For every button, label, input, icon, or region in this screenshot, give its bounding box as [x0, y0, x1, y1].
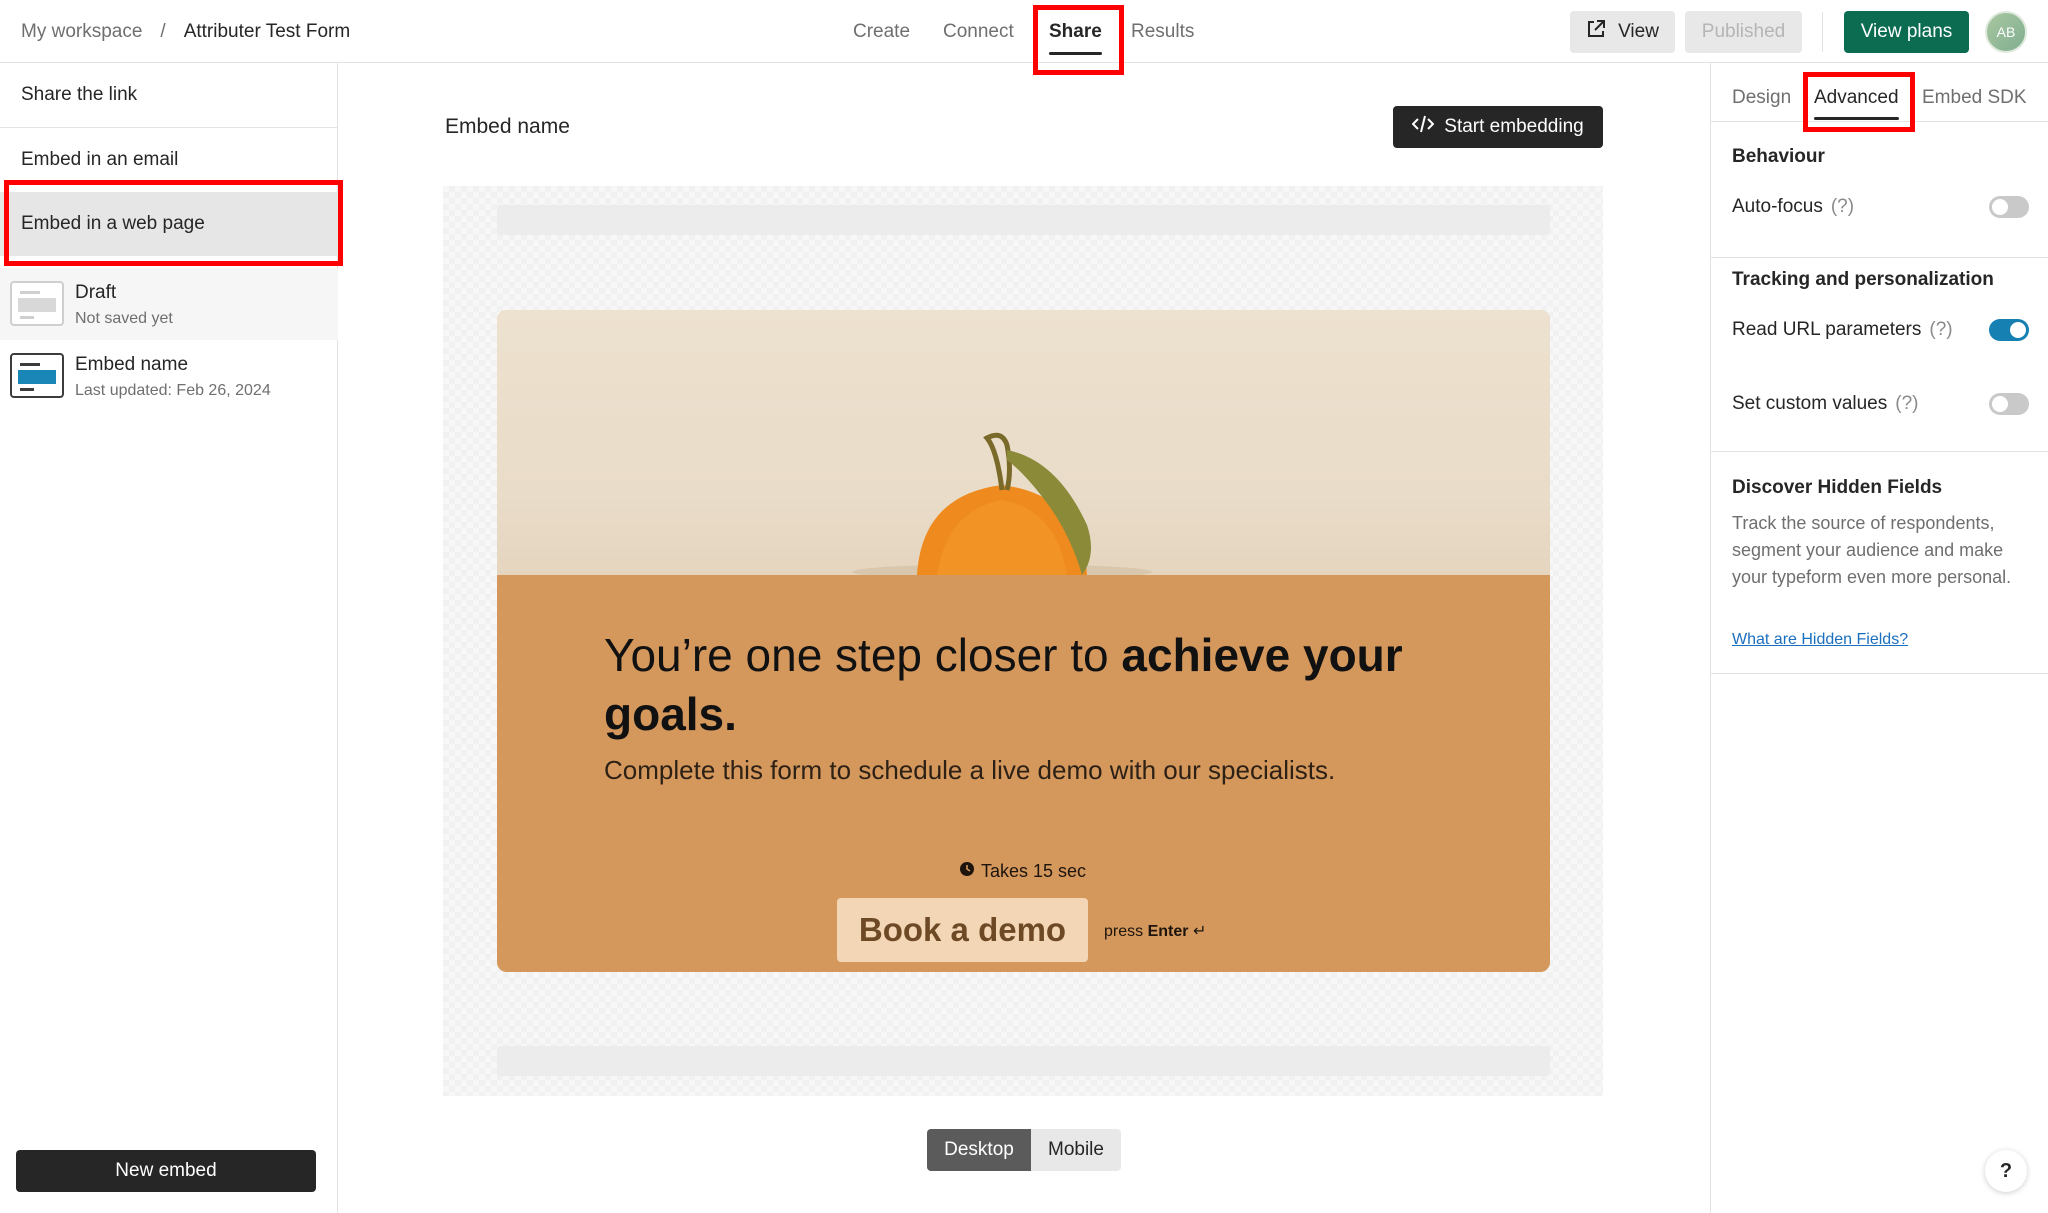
section-divider	[1711, 451, 2048, 452]
embed-email-item[interactable]: Embed in an email	[0, 128, 338, 192]
custom-values-row: Set custom values (?)	[1732, 393, 1918, 415]
hidden-fields-title: Discover Hidden Fields	[1732, 477, 1943, 498]
form-preview-card: You’re one step closer to achieve your g…	[497, 310, 1550, 972]
embed-title: Draft	[75, 282, 117, 303]
device-toggle: Desktop Mobile	[927, 1129, 1121, 1171]
desktop-toggle-button[interactable]: Desktop	[927, 1129, 1031, 1171]
hidden-fields-link[interactable]: What are Hidden Fields?	[1732, 631, 1908, 649]
read-url-row: Read URL parameters (?)	[1732, 319, 1953, 341]
embed-title: Embed name	[75, 354, 189, 375]
behaviour-title: Behaviour	[1732, 146, 1825, 167]
custom-values-toggle[interactable]	[1989, 393, 2029, 415]
mobile-toggle-button[interactable]: Mobile	[1031, 1129, 1121, 1171]
press-label: press	[1104, 923, 1144, 940]
book-demo-button[interactable]: Book a demo	[837, 898, 1088, 962]
start-embedding-label: Start embedding	[1444, 116, 1584, 137]
section-divider	[1711, 673, 2048, 674]
placeholder-bar-bottom	[497, 1046, 1550, 1076]
code-icon	[1411, 115, 1435, 139]
published-button[interactable]: Published	[1685, 11, 1802, 53]
autofocus-toggle[interactable]	[1989, 196, 2029, 218]
section-divider	[1711, 257, 2048, 258]
autofocus-label: Auto-focus	[1732, 196, 1823, 217]
enter-key-label: Enter	[1147, 923, 1189, 940]
header-divider	[1822, 12, 1823, 52]
embed-list-item-saved[interactable]: Embed name Last updated: Feb 26, 2024	[0, 340, 338, 412]
placeholder-bar-top	[497, 205, 1550, 235]
share-sidebar: Share the link Embed in an email Embed i…	[0, 63, 338, 1213]
preview-headline: You’re one step closer to achieve your g…	[604, 626, 1484, 744]
embed-status: Not saved yet	[75, 310, 173, 327]
tab-embed-sdk[interactable]: Embed SDK	[1922, 87, 2027, 109]
hidden-fields-description: Track the source of respondents, segment…	[1732, 513, 2012, 587]
time-estimate: Takes 15 sec	[959, 861, 1086, 882]
autofocus-help-icon[interactable]: (?)	[1831, 196, 1854, 217]
time-estimate-label: Takes 15 sec	[981, 861, 1087, 881]
read-url-toggle[interactable]	[1989, 319, 2029, 341]
view-button[interactable]: View	[1570, 11, 1675, 53]
tracking-title: Tracking and personalization	[1732, 269, 1994, 290]
embed-thumbnail-icon	[10, 353, 64, 398]
custom-values-help-icon[interactable]: (?)	[1895, 393, 1918, 414]
embed-status: Last updated: Feb 26, 2024	[75, 382, 271, 399]
help-button[interactable]: ?	[1985, 1150, 2027, 1192]
new-embed-button[interactable]: New embed	[16, 1150, 316, 1192]
press-enter-hint: press Enter ↵	[1104, 921, 1206, 941]
preview-subheading: Complete this form to schedule a live de…	[604, 755, 1336, 785]
custom-values-label: Set custom values	[1732, 393, 1888, 414]
read-url-help-icon[interactable]: (?)	[1929, 319, 1952, 340]
tab-advanced[interactable]: Advanced	[1814, 87, 1899, 120]
embed-thumbnail-icon	[10, 281, 64, 326]
enter-icon: ↵	[1192, 923, 1207, 940]
tab-design[interactable]: Design	[1732, 87, 1791, 109]
top-bar: My workspace / Attributer Test Form Crea…	[0, 0, 2048, 75]
clock-icon	[959, 861, 975, 882]
tab-share[interactable]: Share	[1049, 0, 1102, 63]
tab-connect[interactable]: Connect	[943, 0, 1014, 63]
tab-results[interactable]: Results	[1131, 0, 1194, 63]
orange-image	[497, 310, 1550, 580]
embed-name-heading: Embed name	[445, 115, 570, 138]
external-link-icon	[1586, 19, 1606, 45]
embed-list-item-draft[interactable]: Draft Not saved yet	[0, 268, 338, 340]
settings-panel: Design Advanced Embed SDK Behaviour Auto…	[1710, 63, 2048, 1213]
tab-create[interactable]: Create	[853, 0, 910, 63]
view-plans-button[interactable]: View plans	[1844, 11, 1969, 53]
share-link-item[interactable]: Share the link	[0, 63, 338, 128]
start-embedding-button[interactable]: Start embedding	[1393, 106, 1603, 148]
view-button-label: View	[1618, 21, 1659, 42]
headline-regular: You’re one step closer to	[604, 629, 1122, 681]
card-content: You’re one step closer to achieve your g…	[497, 575, 1550, 972]
tabs-divider	[1711, 121, 2048, 122]
read-url-label: Read URL parameters	[1732, 319, 1922, 340]
embed-web-item[interactable]: Embed in a web page	[0, 192, 338, 256]
avatar[interactable]: AB	[1985, 11, 2027, 53]
autofocus-row: Auto-focus (?)	[1732, 196, 1854, 218]
headline-period: .	[724, 688, 737, 740]
